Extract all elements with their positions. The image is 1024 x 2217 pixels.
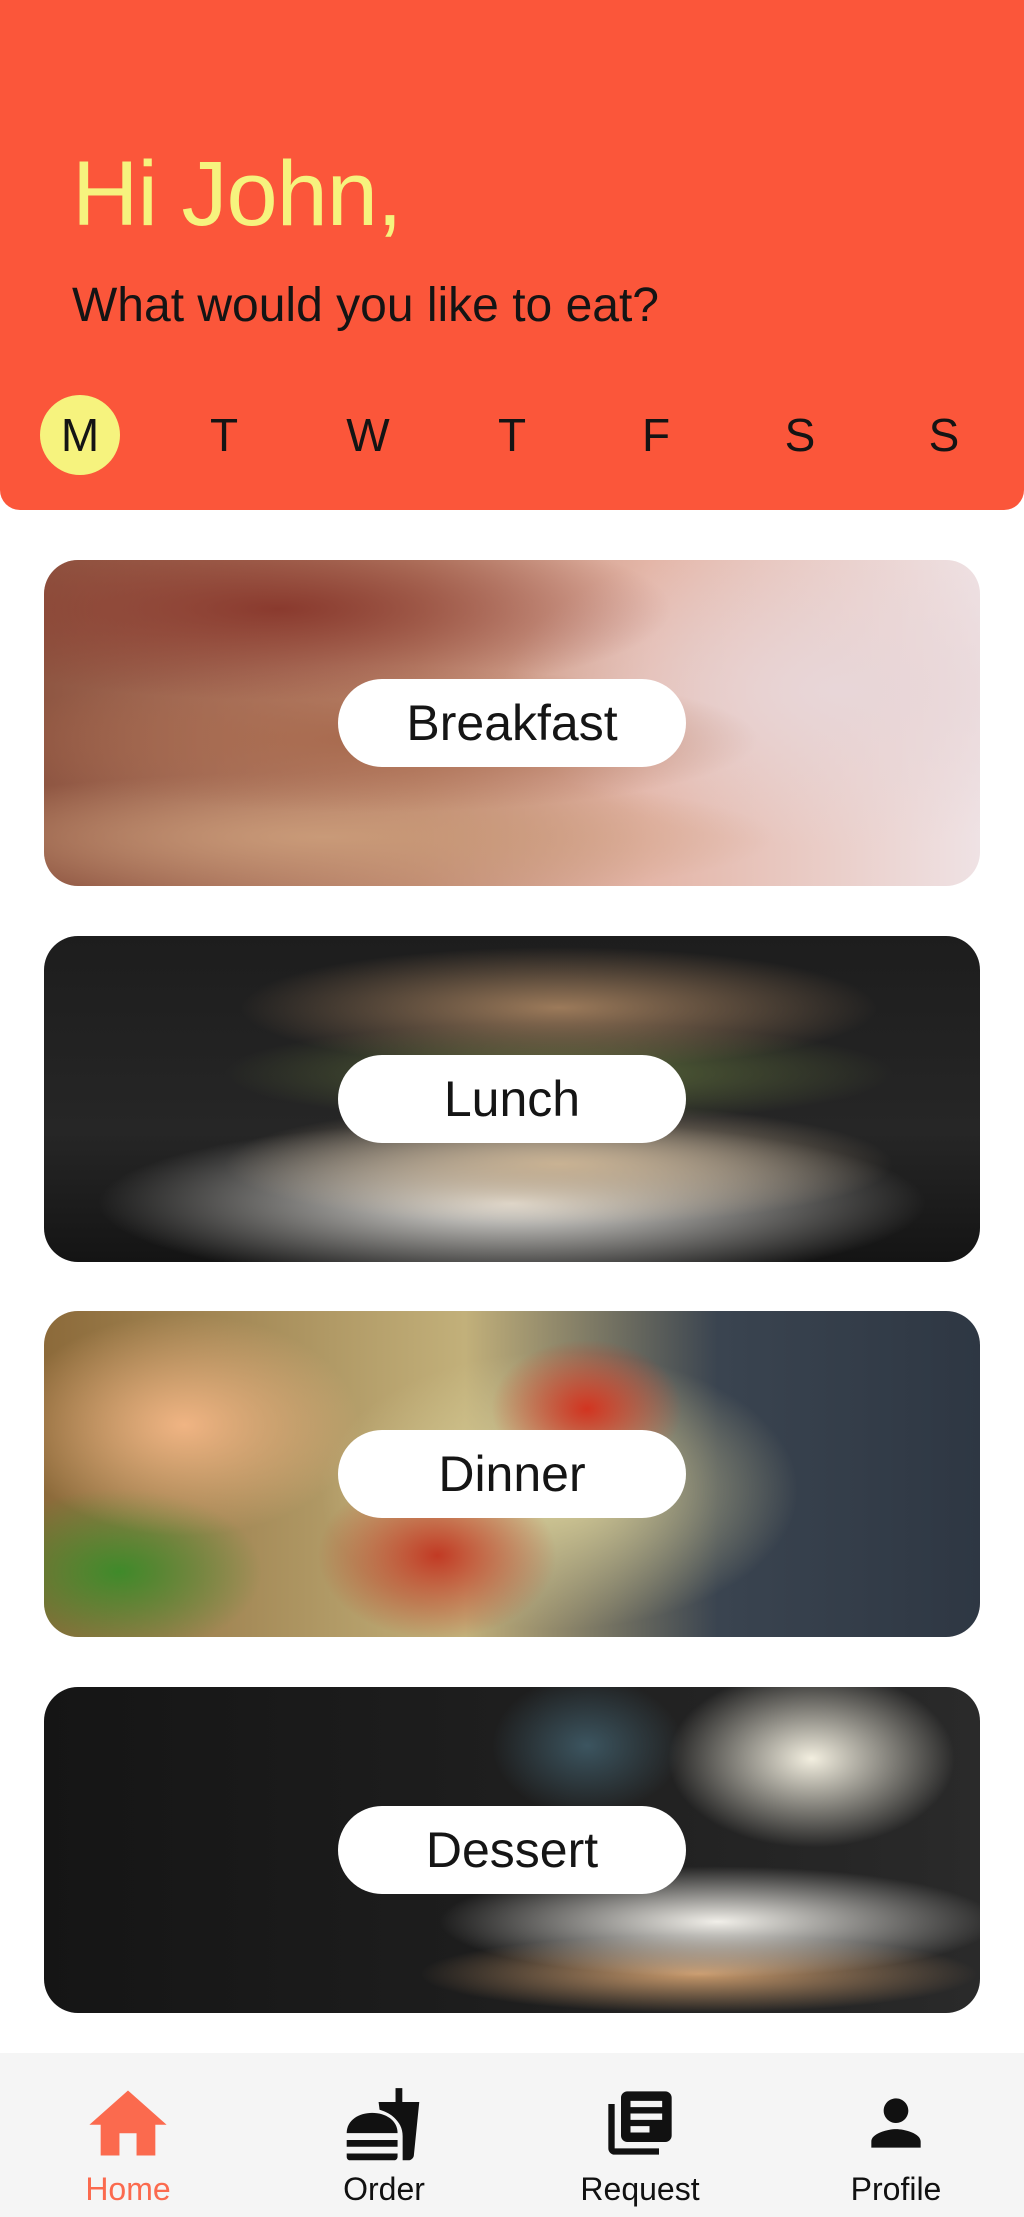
day-monday[interactable]: M xyxy=(40,395,120,475)
meal-label: Dessert xyxy=(338,1806,686,1894)
meal-card-dinner[interactable]: Dinner xyxy=(44,1311,980,1637)
app-screen: Hi John, What would you like to eat? M T… xyxy=(0,0,1024,2217)
home-icon xyxy=(83,2083,173,2163)
header: Hi John, What would you like to eat? M T… xyxy=(0,0,1024,510)
day-sunday[interactable]: S xyxy=(904,395,984,475)
meal-card-lunch[interactable]: Lunch xyxy=(44,936,980,1262)
nav-order[interactable]: Order xyxy=(284,2053,484,2217)
meal-label: Dinner xyxy=(338,1430,686,1518)
meal-card-breakfast[interactable]: Breakfast xyxy=(44,560,980,886)
nav-label-home: Home xyxy=(85,2171,171,2207)
greeting: Hi John, xyxy=(72,143,402,245)
nav-profile[interactable]: Profile xyxy=(796,2053,996,2217)
meal-card-dessert[interactable]: Dessert xyxy=(44,1687,980,2013)
day-tuesday[interactable]: T xyxy=(184,395,264,475)
day-thursday[interactable]: T xyxy=(472,395,552,475)
bottom-navigation: Home Order Request Profile xyxy=(0,2053,1024,2217)
person-icon xyxy=(851,2083,941,2163)
nav-home[interactable]: Home xyxy=(28,2053,228,2217)
nav-request[interactable]: Request xyxy=(540,2053,740,2217)
nav-label-order: Order xyxy=(343,2171,425,2207)
question-text: What would you like to eat? xyxy=(72,279,659,332)
fastfood-icon xyxy=(339,2083,429,2163)
day-selector: M T W T F S S xyxy=(40,395,984,475)
nav-label-request: Request xyxy=(580,2171,700,2207)
day-wednesday[interactable]: W xyxy=(328,395,408,475)
meal-label: Breakfast xyxy=(338,679,686,767)
day-saturday[interactable]: S xyxy=(760,395,840,475)
day-friday[interactable]: F xyxy=(616,395,696,475)
nav-label-profile: Profile xyxy=(850,2171,942,2207)
library-books-icon xyxy=(595,2083,685,2163)
meal-label: Lunch xyxy=(338,1055,686,1143)
